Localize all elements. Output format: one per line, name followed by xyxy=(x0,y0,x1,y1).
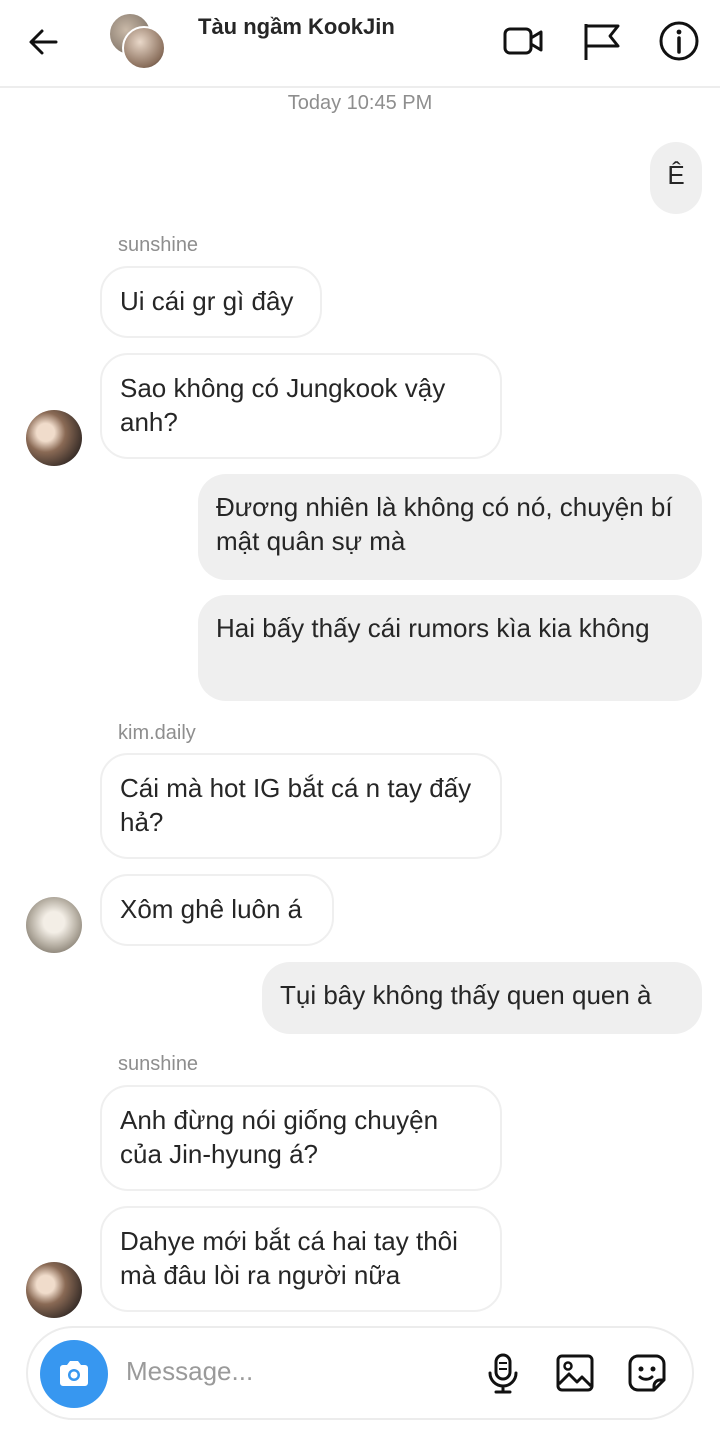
avatar[interactable] xyxy=(26,410,82,466)
message-bubble-incoming[interactable]: Dahye mới bắt cá hai tay thôi mà đâu lòi… xyxy=(100,1206,502,1312)
info-icon[interactable] xyxy=(656,18,702,64)
chat-header: Tàu ngầm KookJin xyxy=(0,0,720,88)
avatar xyxy=(122,26,166,70)
sender-name: kim.daily xyxy=(118,722,196,744)
message-bubble-incoming[interactable]: Ui cái gr gì đây xyxy=(100,266,322,338)
message-timestamp: Today 10:45 PM xyxy=(287,92,433,114)
video-call-icon[interactable] xyxy=(500,18,546,64)
group-avatar[interactable] xyxy=(108,12,168,70)
avatar[interactable] xyxy=(26,897,82,953)
message-bubble-outgoing[interactable]: Ê xyxy=(650,142,702,214)
message-bubble-incoming[interactable]: Xôm ghê luôn á xyxy=(100,874,334,946)
message-bubble-incoming[interactable]: Sao không có Jungkook vậy anh? xyxy=(100,353,502,459)
message-bubble-outgoing[interactable]: Tụi bây không thấy quen quen à xyxy=(262,962,702,1034)
sender-name: sunshine xyxy=(118,1053,199,1075)
message-input[interactable]: Message... xyxy=(126,1356,253,1387)
flag-icon[interactable] xyxy=(578,18,624,64)
sticker-icon[interactable] xyxy=(624,1350,670,1396)
camera-icon[interactable] xyxy=(40,1340,108,1408)
message-composer: Message... xyxy=(26,1326,694,1420)
message-bubble-incoming[interactable]: Cái mà hot IG bắt cá n tay đấy hả? xyxy=(100,753,502,859)
microphone-icon[interactable] xyxy=(480,1350,526,1396)
avatar[interactable] xyxy=(26,1262,82,1318)
back-arrow-icon[interactable] xyxy=(22,20,66,64)
message-bubble-outgoing[interactable]: Hai bấy thấy cái rumors kìa kia không xyxy=(198,595,702,701)
chat-title[interactable]: Tàu ngầm KookJin xyxy=(198,14,395,40)
gallery-icon[interactable] xyxy=(552,1350,598,1396)
sender-name: sunshine xyxy=(118,234,199,256)
message-bubble-incoming[interactable]: Anh đừng nói giống chuyện của Jin-hyung … xyxy=(100,1085,502,1191)
message-bubble-outgoing[interactable]: Đương nhiên là không có nó, chuyện bí mậ… xyxy=(198,474,702,580)
